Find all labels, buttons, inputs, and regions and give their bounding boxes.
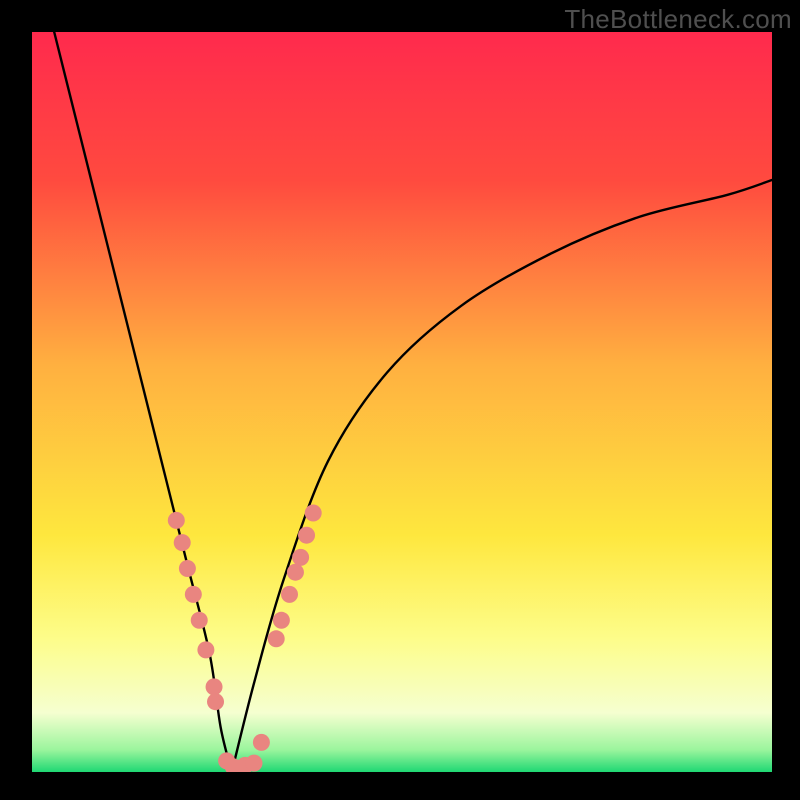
curve-right-branch [232,180,772,772]
scatter-point [298,527,315,544]
curves-layer [32,32,772,772]
scatter-points [168,505,322,773]
plot-area [32,32,772,772]
scatter-point [179,560,196,577]
scatter-point [197,641,214,658]
scatter-point [268,630,285,647]
scatter-point [191,612,208,629]
scatter-point [206,678,223,695]
scatter-point [168,512,185,529]
scatter-point [174,534,191,551]
scatter-point [253,734,270,751]
scatter-point [305,505,322,522]
scatter-point [287,564,304,581]
watermark-text: TheBottleneck.com [564,4,792,35]
scatter-point [273,612,290,629]
scatter-point [207,693,224,710]
chart-stage: TheBottleneck.com [0,0,800,800]
scatter-point [246,755,263,772]
curve-left-branch [54,32,232,772]
scatter-point [281,586,298,603]
scatter-point [185,586,202,603]
scatter-point [292,549,309,566]
